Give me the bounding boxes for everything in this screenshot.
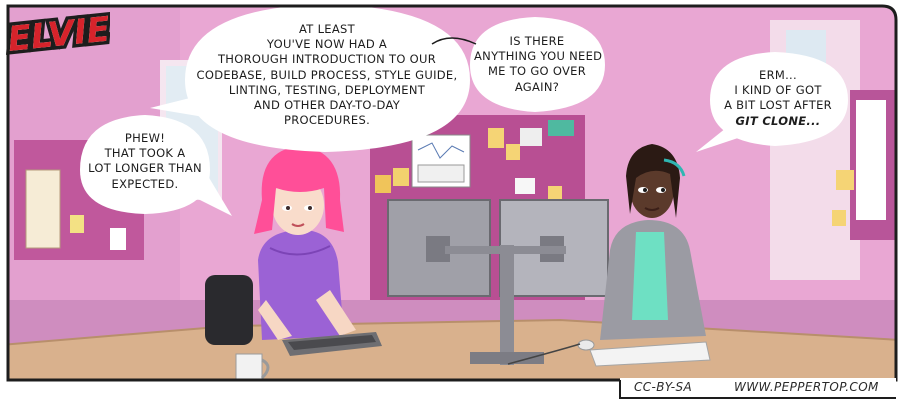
bubble-question-text: Is there anything you need me to go over… [474, 34, 603, 95]
board-note-e [520, 128, 542, 146]
intro-line: and other day-to-day [253, 98, 401, 113]
website-text: www.peppertop.com [734, 380, 879, 394]
reply-line: I kind of got [734, 83, 822, 98]
elvie-logo: ELVIE ELVIE [2, 0, 115, 78]
mouse [577, 339, 595, 351]
board-note-d [393, 168, 409, 186]
colleague-top [632, 232, 668, 320]
phew-line: That took a [104, 146, 186, 161]
intro-line: you've now had a [266, 37, 388, 52]
board-note-c [375, 175, 391, 193]
bubble-intro-text: At least you've now had a thorough intro… [192, 22, 462, 128]
board-note-f [548, 120, 574, 136]
intro-line: codebase, build process, style guide, [196, 67, 458, 82]
phew-line: Phew! [124, 131, 166, 145]
elvie-chair [205, 275, 253, 345]
intro-line: thorough introduction to our [217, 52, 437, 67]
logo-text: ELVIE [6, 9, 110, 59]
board-note-a [488, 128, 504, 148]
bubble-phew-text: Phew! That took a lot longer than expect… [86, 131, 204, 192]
license-text: CC-BY-SA [634, 380, 693, 394]
left-chart [25, 169, 61, 249]
reply-line: a bit lost after [724, 98, 832, 113]
reply-emphasis: git clone... [735, 113, 821, 128]
question-line: Is there [509, 34, 565, 48]
intro-line: procedures. [283, 113, 371, 128]
left-note-2 [110, 228, 126, 250]
phew-line: expected. [111, 176, 179, 191]
logo-mark: ELVIE ELVIE [2, 6, 115, 63]
board-note-g [515, 178, 535, 194]
intro-line: linting, testing, deployment [228, 82, 426, 97]
question-line: again? [514, 79, 560, 94]
phew-line: lot longer than [88, 161, 202, 176]
question-line: anything you need [474, 49, 603, 64]
reply-line: Erm... [759, 68, 797, 82]
bubble-reply-text: Erm... I kind of got a bit lost after gi… [712, 68, 844, 129]
intro-line: At least [299, 22, 355, 36]
board-note-b [506, 144, 520, 160]
left-note [70, 215, 84, 233]
question-line: me to go over [487, 64, 587, 79]
